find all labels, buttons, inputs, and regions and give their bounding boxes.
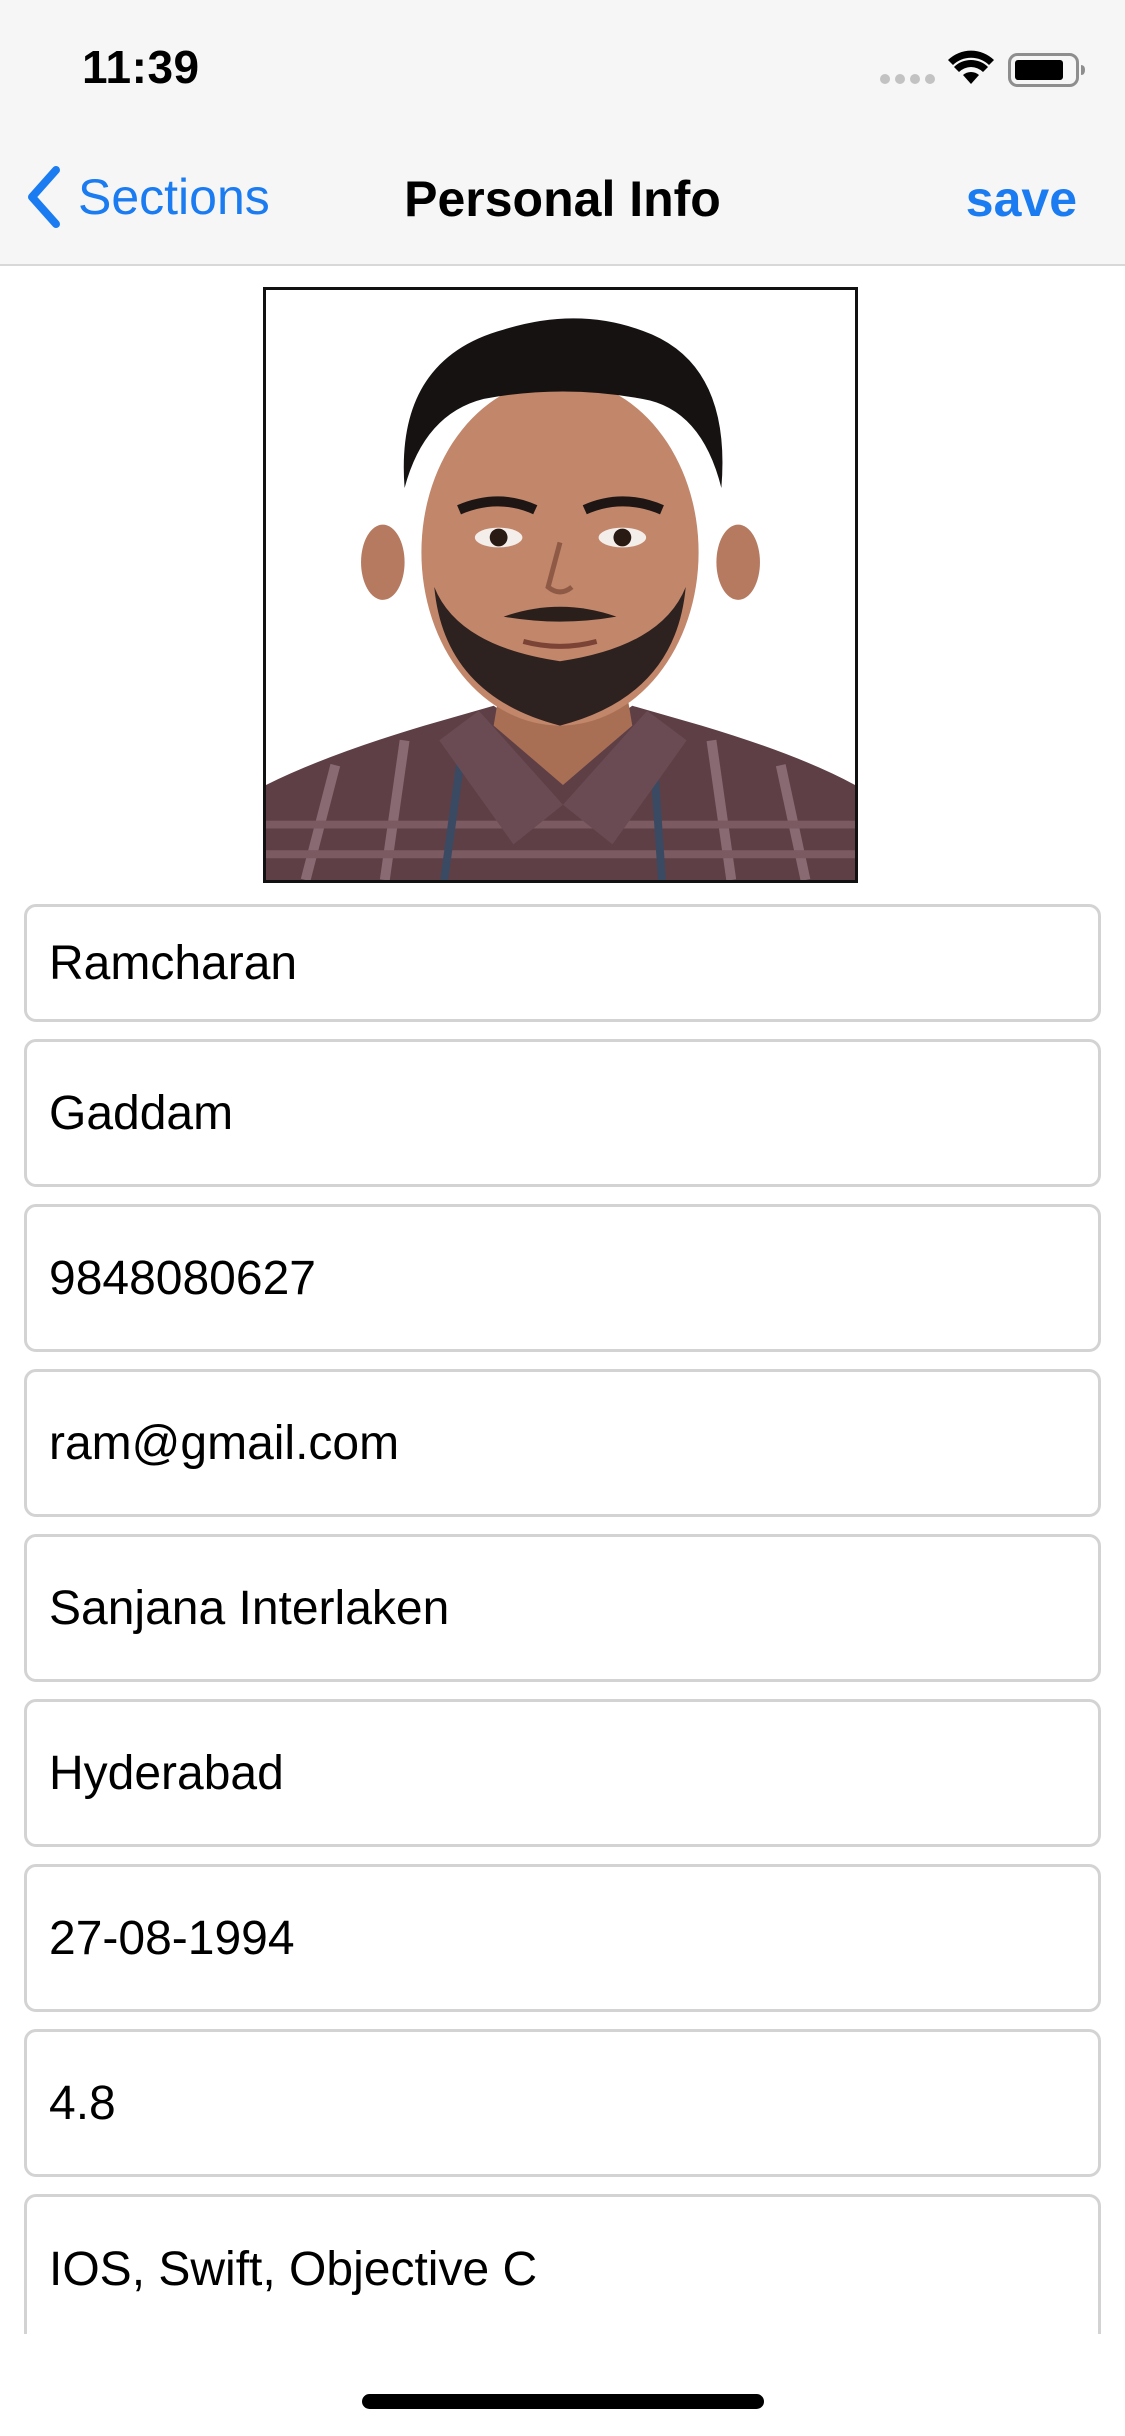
email-value: ram@gmail.com <box>49 1416 400 1470</box>
phone-field[interactable]: 9848080627 <box>24 1204 1101 1352</box>
personal-info-screen: 11:39 Sections Personal Info save Ramcha… <box>0 0 1125 2436</box>
skills-value: IOS, Swift, Objective C <box>49 2243 538 2296</box>
last-name-value: Gaddam <box>49 1086 234 1140</box>
skills-field[interactable]: IOS, Swift, Objective C <box>24 2194 1101 2334</box>
status-bar: 11:39 <box>0 0 1125 132</box>
home-indicator[interactable] <box>362 2394 764 2409</box>
city-field[interactable]: Hyderabad <box>24 1699 1101 1847</box>
address-field[interactable]: Sanjana Interlaken <box>24 1534 1101 1682</box>
date-of-birth-field[interactable]: 27-08-1994 <box>24 1864 1101 2012</box>
profile-photo[interactable] <box>263 287 858 883</box>
experience-field[interactable]: 4.8 <box>24 2029 1101 2177</box>
first-name-field[interactable]: Ramcharan <box>24 904 1101 1022</box>
date-of-birth-value: 27-08-1994 <box>49 1911 295 1965</box>
wifi-icon <box>948 50 994 84</box>
navigation-bar: Sections Personal Info save <box>0 132 1125 266</box>
address-value: Sanjana Interlaken <box>49 1581 450 1635</box>
experience-value: 4.8 <box>49 2076 116 2130</box>
back-button-label: Sections <box>78 169 270 225</box>
save-button[interactable]: save <box>966 170 1077 228</box>
first-name-value: Ramcharan <box>49 936 298 990</box>
email-field[interactable]: ram@gmail.com <box>24 1369 1101 1517</box>
profile-photo-image <box>266 290 855 880</box>
battery-icon <box>1008 53 1085 87</box>
phone-value: 9848080627 <box>49 1251 316 1305</box>
chevron-left-icon <box>28 166 60 228</box>
status-time: 11:39 <box>82 41 200 93</box>
back-button[interactable]: Sections <box>24 162 270 232</box>
city-value: Hyderabad <box>49 1746 284 1800</box>
last-name-field[interactable]: Gaddam <box>24 1039 1101 1187</box>
cellular-signal-dots-icon <box>880 74 936 84</box>
